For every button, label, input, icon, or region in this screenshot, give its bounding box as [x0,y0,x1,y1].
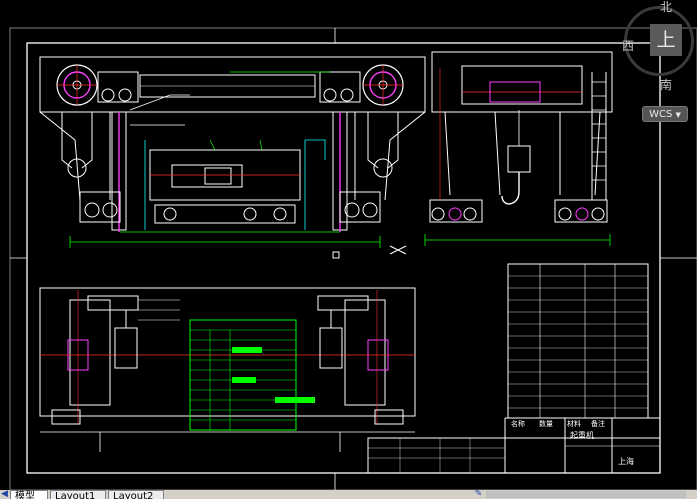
table-header-qty: 数量 [539,420,553,428]
pencil-icon[interactable]: ✎ [474,490,483,499]
compass-west[interactable]: 西 [622,37,634,54]
tab-layout1[interactable]: Layout1 [50,490,106,499]
compass-north[interactable]: 北 [660,0,672,15]
title-block-name: 起重机 [570,431,594,440]
wcs-menu-button[interactable]: WCS ▼ [642,106,688,122]
title-block-mark: 上海 [618,457,634,466]
scrollbar-track[interactable] [486,491,686,498]
table-header-name: 名称 [511,420,525,428]
chevron-down-icon: ▼ [675,111,681,119]
table-header-material: 材料 [567,420,581,428]
layout-tab-bar: ◀ 模型 Layout1 Layout2 ✎ [0,490,697,499]
table-header-row: 名称 数量 材料 备注 [509,419,609,429]
tab-layout2[interactable]: Layout2 [108,490,164,499]
viewcube-top-face[interactable]: 上 [650,24,682,56]
wcs-label: WCS [649,109,673,120]
table-header-remarks: 备注 [591,420,605,428]
tab-model[interactable]: 模型 [10,490,48,499]
first-tab-icon[interactable]: ◀ [0,490,9,499]
compass-south[interactable]: 南 [660,76,672,93]
